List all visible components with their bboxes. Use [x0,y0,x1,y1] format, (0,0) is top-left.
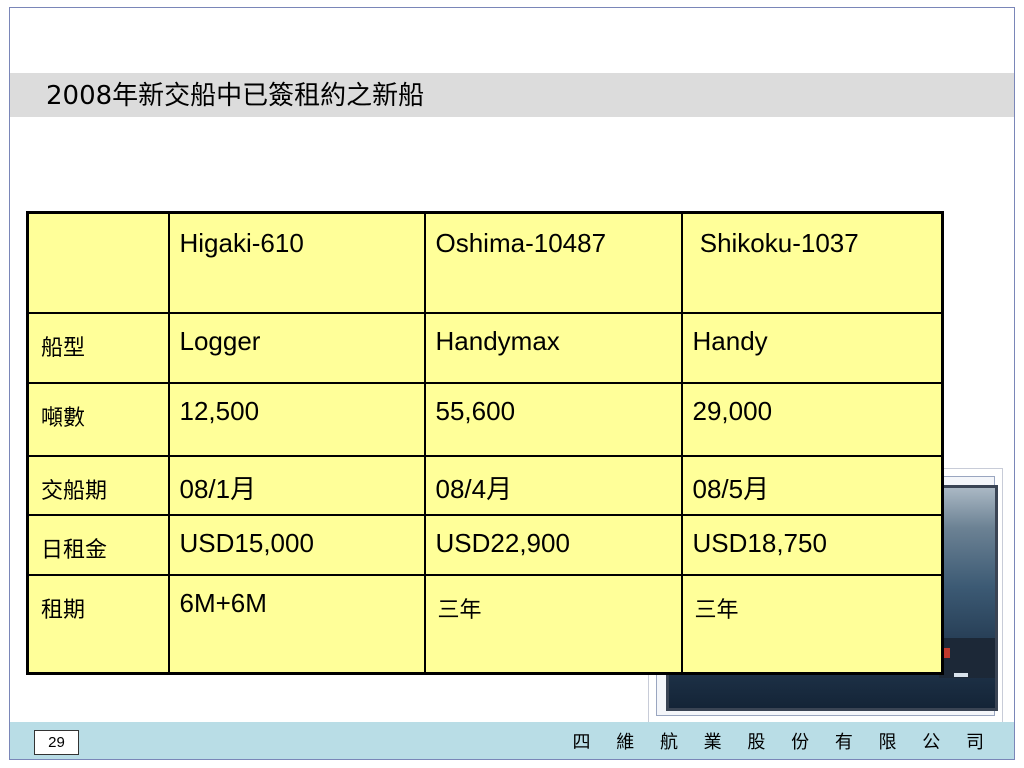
table-corner-cell [26,211,170,314]
row-label: 船型 [26,311,170,384]
table-cell: 08/1月 [167,454,426,516]
table-cell: Handy [680,311,944,384]
table-cell: 08/4月 [423,454,683,516]
ship-hull [939,638,995,678]
row-label: 交船期 [26,454,170,516]
table-cell: Handymax [423,311,683,384]
table-cell: 12,500 [167,381,426,457]
table-row: 交船期 08/1月 08/4月 08/5月 [26,454,944,516]
table-cell: USD15,000 [167,513,426,576]
ship-wake [954,673,968,677]
table-cell: 6M+6M [167,573,426,675]
column-header: Oshima-10487 [423,211,683,314]
row-label: 租期 [26,573,170,675]
slide-title: 2008年新交船中已簽租約之新船 [46,81,425,111]
row-label: 日租金 [26,513,170,576]
table-cell: 08/5月 [680,454,944,516]
column-header: Shikoku-1037 [680,211,944,314]
table-row: 噸數 12,500 55,600 29,000 [26,381,944,457]
page-number: 29 [34,730,79,755]
table-row: 租期 6M+6M 三年 三年 [26,573,944,675]
table-row: 船型 Logger Handymax Handy [26,311,944,384]
table-cell: 三年 [680,573,944,675]
table-cell: 55,600 [423,381,683,457]
charter-table: Higaki-610 Oshima-10487 Shikoku-1037 船型 … [26,211,944,675]
table-cell: USD18,750 [680,513,944,576]
ship-light [944,648,950,658]
table-cell: USD22,900 [423,513,683,576]
column-header: Higaki-610 [167,211,426,314]
table-cell: 29,000 [680,381,944,457]
table-row: 日租金 USD15,000 USD22,900 USD18,750 [26,513,944,576]
company-name: 四 維 航 業 股 份 有 限 公 司 [572,732,994,753]
table-cell: Logger [167,311,426,384]
row-label: 噸數 [26,381,170,457]
table-cell: 三年 [423,573,683,675]
table-header-row: Higaki-610 Oshima-10487 Shikoku-1037 [26,211,944,314]
